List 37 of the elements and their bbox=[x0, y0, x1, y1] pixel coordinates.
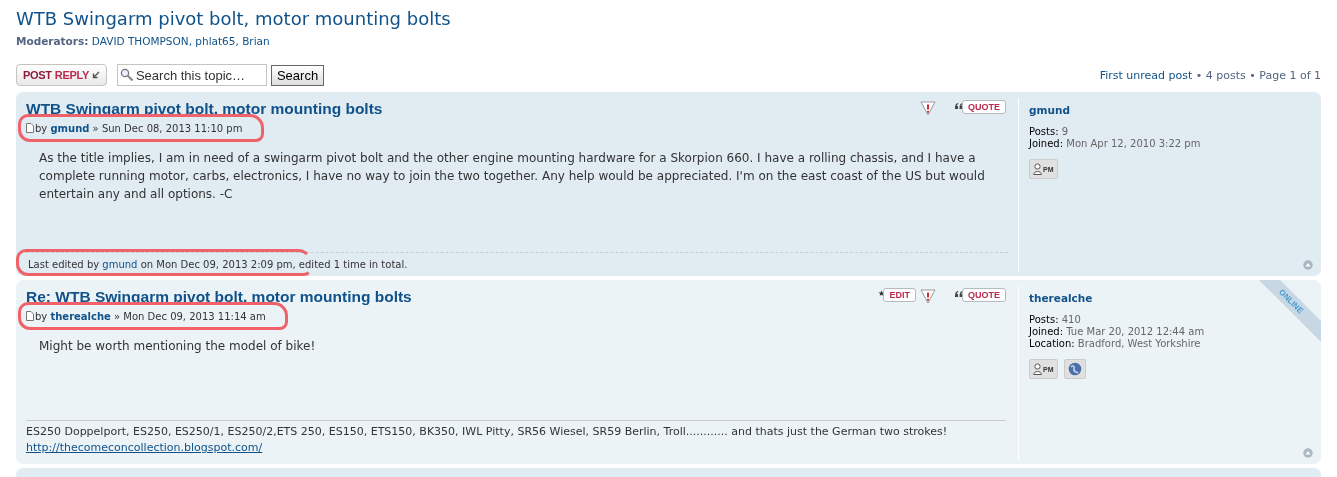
document-icon bbox=[26, 123, 34, 133]
username-link[interactable]: gmund bbox=[1029, 104, 1070, 116]
signature-text: ES250 Doppelport, ES250, ES250/1, ES250/2,ETS 250, ES150, ETS150, BK350, IWL Pitty, SR56 Wiesel, SR59 Berlin, Troll............ and thats just the German two strokes! bbox=[26, 424, 949, 440]
document-icon bbox=[26, 311, 34, 321]
first-unread-link[interactable]: First unread post bbox=[1099, 68, 1193, 82]
signature-link[interactable]: http://thecomeconcollection.blogspot.com/ bbox=[26, 441, 263, 454]
profile-field: Posts: 9 bbox=[1029, 126, 1311, 138]
pagination-info: • 4 posts • Page 1 of 1 bbox=[1195, 68, 1321, 82]
user-link[interactable]: gmund bbox=[102, 259, 138, 270]
post-text: As the title implies, I am in need of a swingarm pivot bolt and the other engine mounting hardware for a Skorpion 660. I have a rolling chassis, and I have a complete running motor, carbs, electronics, I have no way to join the two together. Any help would be appreciated. I'm on the east coast of the US but would entertain any and all options. -C bbox=[39, 150, 986, 203]
post-byline: by gmund » Sun Dec 08, 2013 11:10 pm bbox=[26, 123, 243, 134]
username-link[interactable]: therealche bbox=[1029, 292, 1093, 304]
website-button[interactable] bbox=[1063, 359, 1086, 379]
person-icon bbox=[1033, 163, 1042, 175]
post-title[interactable]: WTB Swingarm pivot bolt, motor mounting bolts bbox=[26, 98, 383, 118]
moderators-label: Moderators: bbox=[16, 35, 89, 47]
author-link[interactable]: therealche bbox=[50, 311, 111, 322]
post-text: Might be worth mentioning the model of bike! bbox=[39, 338, 317, 355]
report-button[interactable] bbox=[920, 100, 936, 116]
report-button[interactable] bbox=[920, 288, 936, 304]
profile-field: Joined: Mon Apr 12, 2010 3:22 pm bbox=[1029, 138, 1311, 150]
profile-field: Joined: Tue Mar 20, 2012 12:44 am bbox=[1029, 326, 1311, 338]
globe-icon bbox=[1067, 362, 1082, 376]
arrow-icon bbox=[91, 71, 100, 79]
edit-note: Last edited by gmund on Mon Dec 09, 2013 2:09 pm, edited 1 time in total. bbox=[28, 259, 408, 270]
profile-field: Location: Bradford, West Yorkshire bbox=[1029, 338, 1311, 350]
post-title[interactable]: Re: WTB Swingarm pivot bolt, motor mounting bolts bbox=[26, 286, 412, 306]
search-icon bbox=[119, 68, 134, 82]
person-icon bbox=[1033, 363, 1042, 375]
post-reply-button[interactable]: POST REPLY bbox=[16, 64, 107, 86]
moderator-links[interactable]: DAVID THOMPSON, phlat65, Brian bbox=[91, 35, 270, 47]
search-button[interactable]: Search bbox=[270, 64, 325, 86]
post-byline: by therealche » Mon Dec 09, 2013 11:14 am bbox=[26, 311, 266, 322]
search-field[interactable]: Search this topic… bbox=[116, 64, 267, 86]
profile-field: Posts: 410 bbox=[1029, 314, 1311, 326]
author-link[interactable]: gmund bbox=[50, 123, 90, 134]
topic-title[interactable]: WTB Swingarm pivot bolt, motor mounting bolts bbox=[16, 6, 451, 29]
